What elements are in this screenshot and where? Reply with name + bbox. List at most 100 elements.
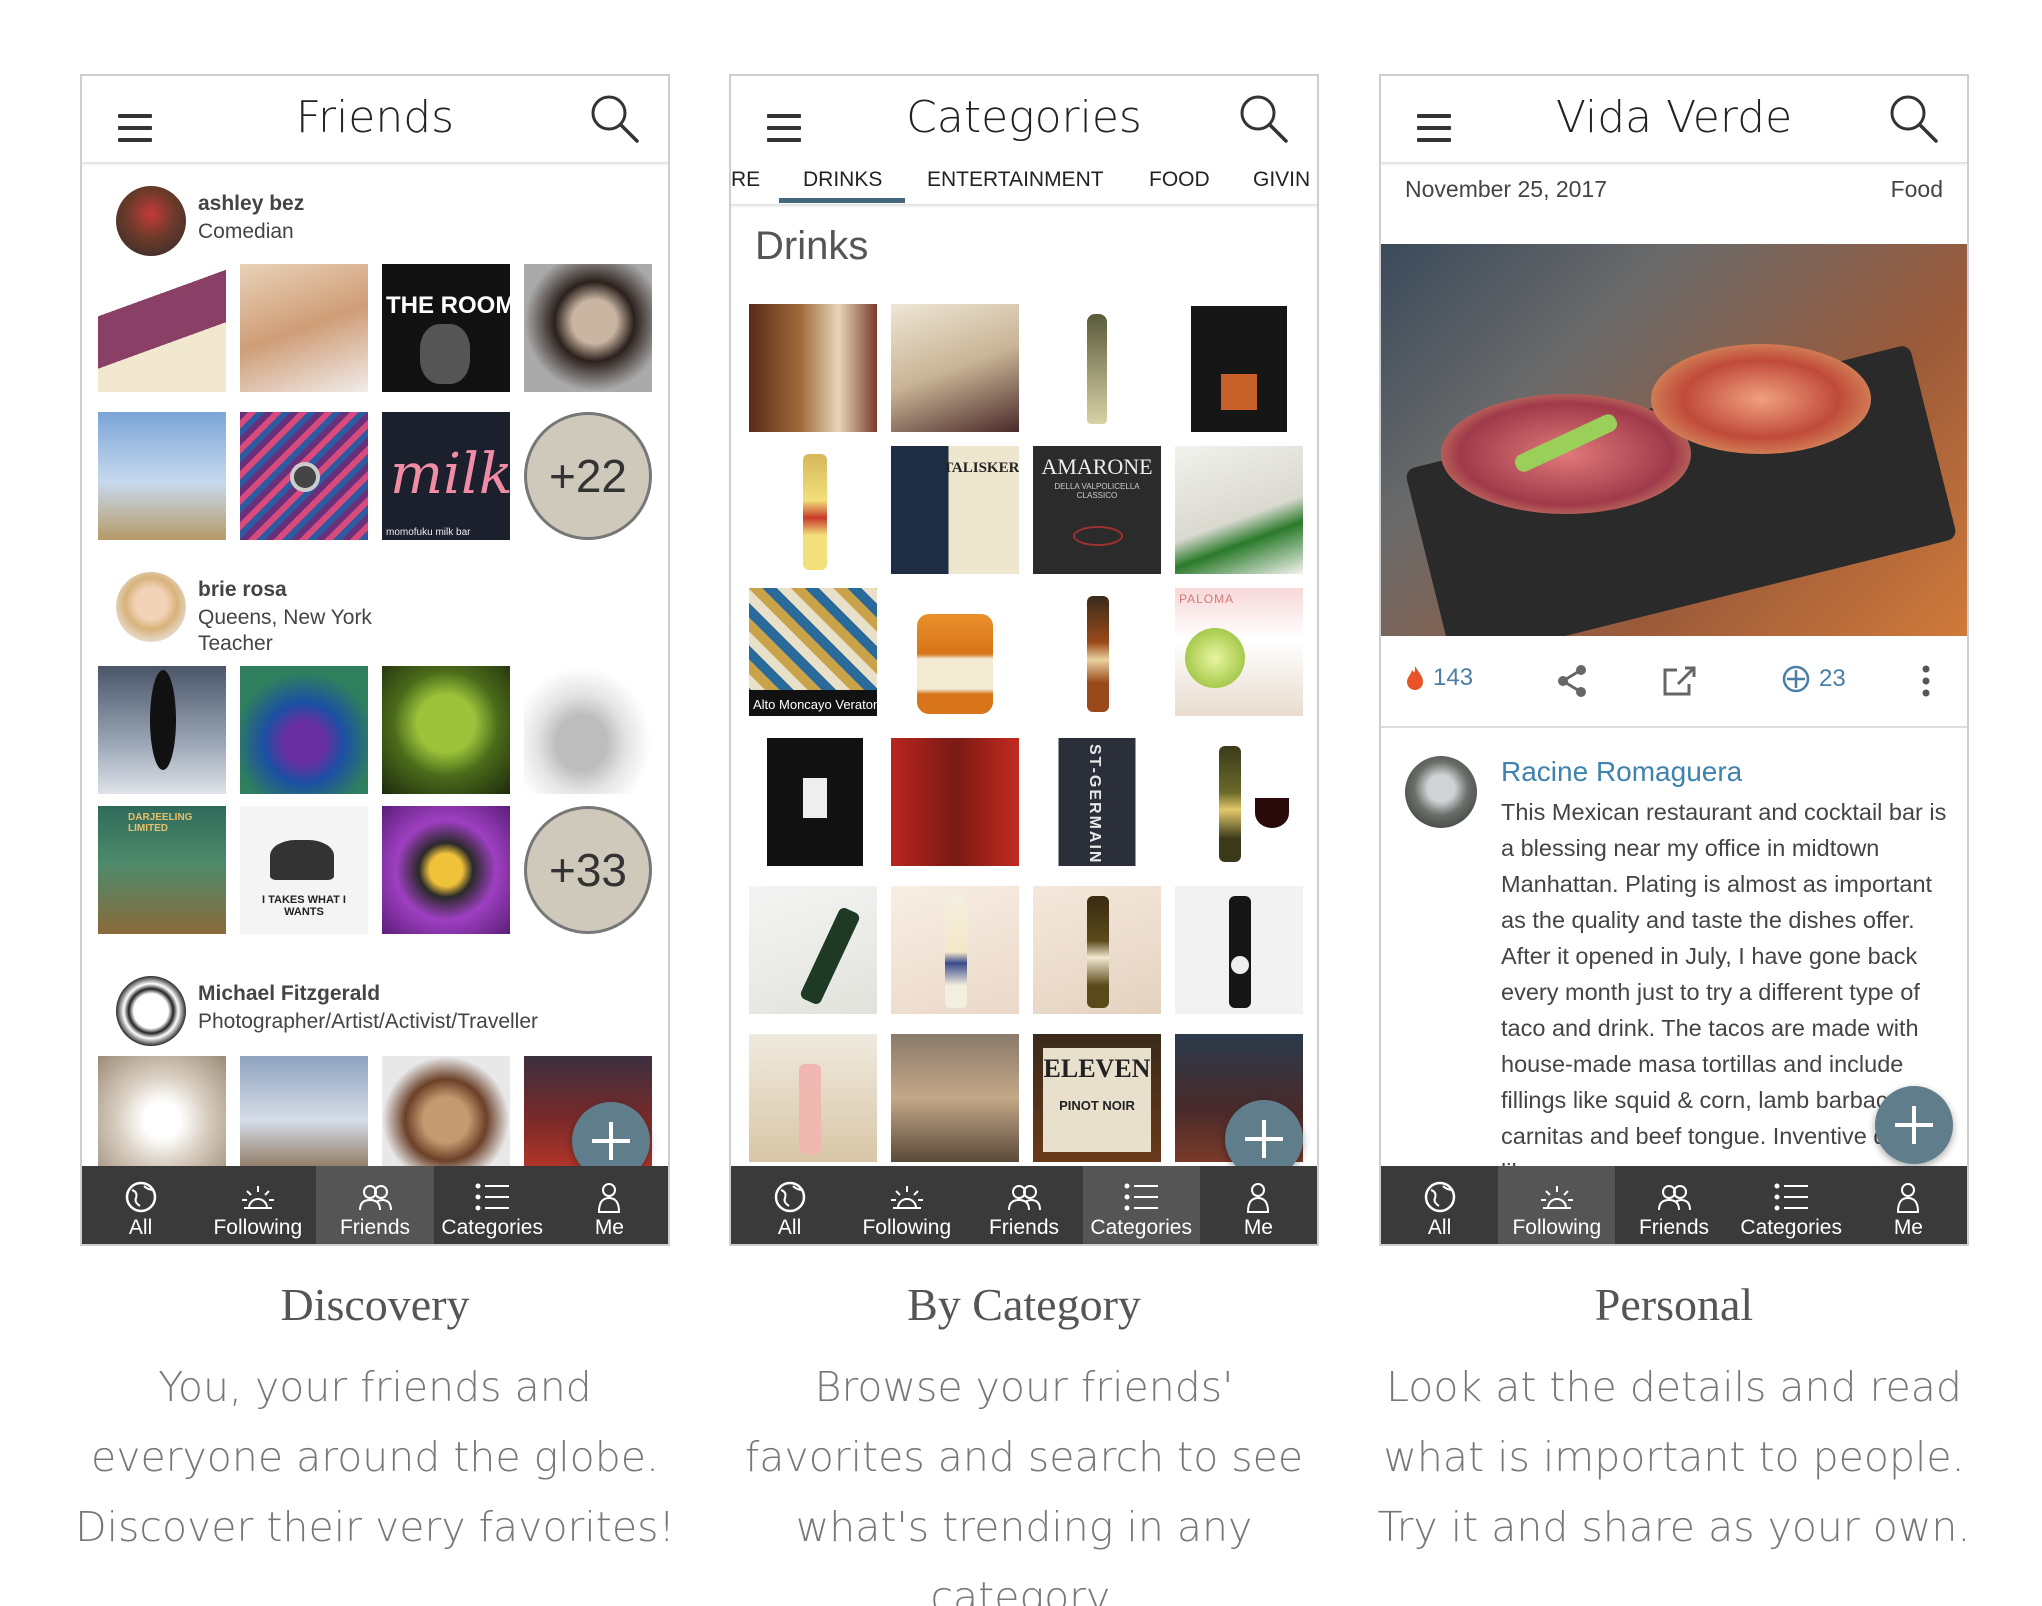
drink-thumbnail[interactable]: [749, 738, 877, 866]
drink-thumbnail[interactable]: [1175, 304, 1303, 432]
favorite-thumbnail[interactable]: [240, 264, 368, 392]
search-icon[interactable]: [1237, 92, 1289, 144]
tab-me[interactable]: Me: [1850, 1166, 1967, 1244]
drink-thumbnail[interactable]: PALOMA: [1175, 588, 1303, 716]
like-button[interactable]: 143: [1405, 664, 1473, 692]
avatar: [116, 976, 186, 1046]
drink-thumbnail[interactable]: ST-GERMAIN: [1033, 738, 1161, 866]
drink-thumbnail[interactable]: TALISKER: [891, 446, 1019, 574]
tab-categories[interactable]: Categories: [434, 1166, 551, 1244]
app-bar: Categories: [731, 76, 1317, 162]
drink-thumbnail[interactable]: [1175, 446, 1303, 574]
favorite-thumbnail[interactable]: [98, 412, 226, 540]
drink-thumbnail[interactable]: [891, 1034, 1019, 1162]
label-text: PALOMA: [1179, 592, 1235, 606]
favorite-thumbnail[interactable]: [240, 1056, 368, 1184]
favorite-thumbnail[interactable]: DARJEELING LIMITED: [98, 806, 226, 934]
tab-label: Me: [1243, 1216, 1273, 1239]
tab-all[interactable]: All: [1381, 1166, 1498, 1244]
tab-category[interactable]: FOOD: [1149, 168, 1210, 192]
tab-category[interactable]: ENTERTAINMENT: [927, 168, 1104, 192]
favorite-thumbnail[interactable]: [240, 666, 368, 794]
post-category[interactable]: Food: [1891, 176, 1943, 203]
drink-thumbnail[interactable]: [891, 304, 1019, 432]
favorite-thumbnail[interactable]: I TAKES WHAT I WANTS: [240, 806, 368, 934]
list-icon: [1774, 1183, 1809, 1211]
tab-friends[interactable]: Friends: [316, 1166, 434, 1244]
more-favorites-button[interactable]: +22: [524, 412, 652, 540]
drink-thumbnail[interactable]: [1033, 588, 1161, 716]
search-icon[interactable]: [1887, 92, 1939, 144]
tab-categories[interactable]: Categories: [1733, 1166, 1850, 1244]
people-icon: [359, 1185, 392, 1211]
drink-thumbnail[interactable]: [749, 446, 877, 574]
screen-title: Categories: [906, 92, 1142, 143]
favorite-thumbnail[interactable]: [98, 1056, 226, 1184]
bottom-tab-bar: All Following Friends Categories Me: [1381, 1166, 1967, 1244]
friend-header[interactable]: brie rosa Queens, New York Teacher: [116, 572, 616, 655]
screen-title: Friends: [295, 92, 455, 143]
drink-thumbnail[interactable]: [1033, 304, 1161, 432]
drink-thumbnail[interactable]: [1175, 886, 1303, 1014]
tab-me[interactable]: Me: [551, 1166, 668, 1244]
favorite-thumbnail[interactable]: [240, 412, 368, 540]
favorite-thumbnail[interactable]: [382, 806, 510, 934]
drink-thumbnail[interactable]: ELEVEN PINOT NOIR: [1033, 1034, 1161, 1162]
tab-category[interactable]: GIVIN: [1253, 168, 1310, 192]
commenter-name[interactable]: Racine Romaguera: [1501, 756, 1742, 788]
tab-label: Friends: [339, 1216, 411, 1239]
drink-thumbnail[interactable]: [749, 304, 877, 432]
tab-friends[interactable]: Friends: [965, 1166, 1082, 1244]
drink-thumbnail[interactable]: [891, 738, 1019, 866]
friend-header[interactable]: ashley bez Comedian: [116, 186, 616, 262]
caption-title: Personal: [1594, 1279, 1754, 1330]
avatar[interactable]: [1405, 756, 1477, 828]
caption-body: Look at the details and read what is imp…: [1377, 1363, 1971, 1551]
tab-me[interactable]: Me: [1200, 1166, 1317, 1244]
screen-title: Vida Verde: [1555, 92, 1793, 143]
favorite-thumbnail[interactable]: [98, 264, 226, 392]
favorite-thumbnail[interactable]: [524, 666, 652, 794]
post-photo[interactable]: [1381, 244, 1967, 636]
tab-all[interactable]: All: [731, 1166, 848, 1244]
favorite-thumbnail[interactable]: [524, 264, 652, 392]
save-button[interactable]: 23: [1781, 664, 1846, 694]
drink-thumbnail[interactable]: [1033, 886, 1161, 1014]
drink-thumbnail[interactable]: [891, 588, 1019, 716]
flame-icon: [1407, 666, 1423, 690]
drink-thumbnail[interactable]: [891, 886, 1019, 1014]
drink-thumbnail[interactable]: [1175, 738, 1303, 866]
favorite-thumbnail[interactable]: [382, 1056, 510, 1184]
favorite-thumbnail[interactable]: [98, 666, 226, 794]
share-icon[interactable]: [1555, 664, 1589, 698]
tab-friends[interactable]: Friends: [1615, 1166, 1732, 1244]
favorite-thumbnail[interactable]: milk momofuku milk bar: [382, 412, 510, 540]
drink-thumbnail[interactable]: Alto Moncayo Veraton: [749, 588, 877, 716]
add-favorite-button[interactable]: [1875, 1086, 1953, 1164]
tab-following[interactable]: Following: [199, 1166, 316, 1244]
tab-category[interactable]: RE: [731, 168, 760, 192]
caption-title: Discovery: [280, 1279, 470, 1330]
tab-category-drinks[interactable]: DRINKS: [803, 168, 882, 192]
search-icon[interactable]: [588, 92, 640, 144]
tab-all[interactable]: All: [82, 1166, 199, 1244]
friend-header[interactable]: Michael Fitzgerald Photographer/Artist/A…: [116, 976, 636, 1052]
thumbnail-text: THE ROOM: [386, 292, 510, 319]
open-external-icon[interactable]: [1661, 664, 1697, 698]
tab-categories[interactable]: Categories: [1082, 1166, 1200, 1244]
favorite-thumbnail[interactable]: [382, 666, 510, 794]
drink-thumbnail[interactable]: AMARONE DELLA VALPOLICELLA CLASSICO: [1033, 446, 1161, 574]
more-vert-icon[interactable]: [1921, 664, 1931, 698]
tab-following[interactable]: Following: [1498, 1166, 1616, 1244]
drink-thumbnail[interactable]: [749, 1034, 877, 1162]
tab-label: Following: [862, 1216, 952, 1239]
globe-icon: [1424, 1181, 1455, 1213]
bottom-tab-bar: All Following Friends Categories Me: [731, 1166, 1317, 1244]
tab-following[interactable]: Following: [848, 1166, 965, 1244]
favorite-thumbnail[interactable]: THE ROOM: [382, 264, 510, 392]
drink-thumbnail[interactable]: [749, 886, 877, 1014]
list-icon: [475, 1183, 510, 1211]
phone-detail-screen: Vida Verde November 25, 2017 Food 143 23…: [1379, 74, 1969, 1246]
more-favorites-button[interactable]: +33: [524, 806, 652, 934]
post-actions: 143 23: [1381, 636, 1967, 728]
